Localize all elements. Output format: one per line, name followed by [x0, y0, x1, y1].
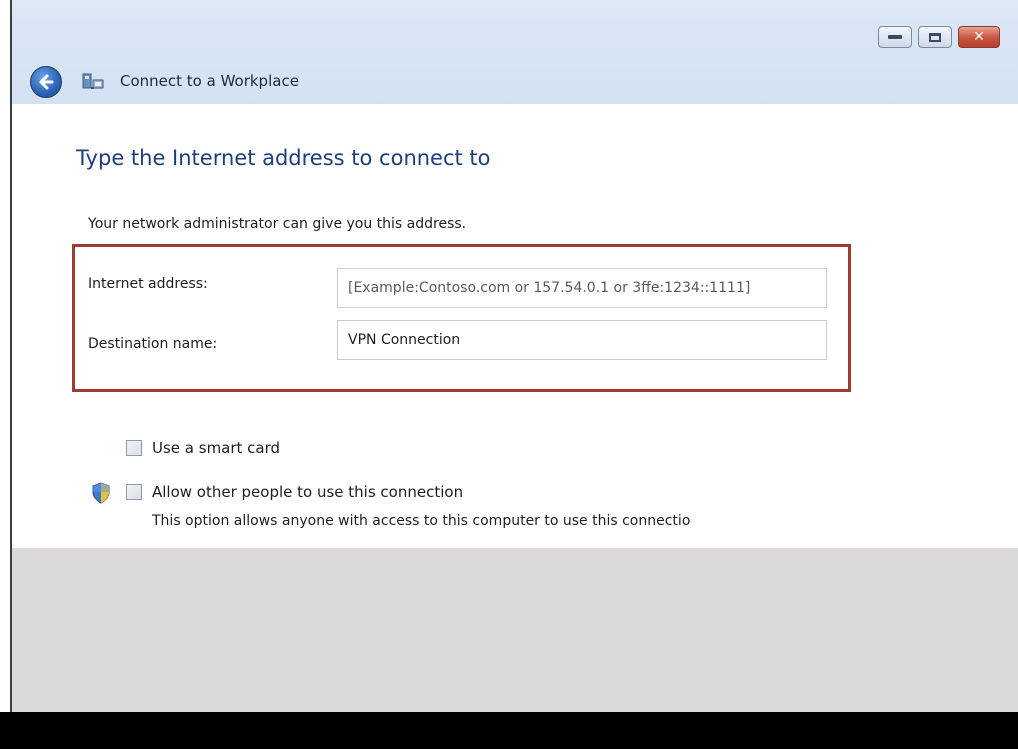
allow-others-checkbox[interactable]	[126, 484, 142, 500]
wizard-window: ✕ Connect to a Workplace Type the Intern…	[10, 0, 1018, 712]
window-title: Connect to a Workplace	[120, 72, 299, 90]
close-button[interactable]: ✕	[958, 26, 1000, 48]
internet-address-input[interactable]	[337, 268, 827, 308]
allow-others-note: This option allows anyone with access to…	[152, 513, 691, 529]
smart-card-label: Use a smart card	[152, 439, 281, 457]
internet-address-label: Internet address:	[88, 276, 208, 292]
page-heading: Type the Internet address to connect to	[76, 146, 491, 170]
maximize-icon	[929, 32, 941, 42]
smart-card-option[interactable]: Use a smart card	[126, 439, 280, 457]
lower-panel	[12, 548, 1018, 712]
wizard-content: Type the Internet address to connect to …	[12, 104, 1018, 548]
destination-name-input[interactable]	[337, 320, 827, 360]
uac-shield-icon	[92, 482, 110, 504]
page-description: Your network administrator can give you …	[88, 216, 467, 232]
allow-others-label: Allow other people to use this connectio…	[152, 483, 464, 501]
minimize-icon	[888, 35, 902, 39]
title-bar: ✕ Connect to a Workplace	[12, 0, 1018, 104]
minimize-button[interactable]	[878, 26, 912, 48]
address-fields-highlight	[72, 244, 851, 392]
network-connection-icon	[82, 73, 104, 89]
allow-others-option[interactable]: Allow other people to use this connectio…	[126, 483, 463, 501]
destination-name-label: Destination name:	[88, 336, 218, 352]
maximize-button[interactable]	[918, 26, 952, 48]
close-icon: ✕	[973, 29, 985, 45]
caption-buttons: ✕	[878, 26, 1000, 48]
smart-card-checkbox[interactable]	[126, 440, 142, 456]
black-footer-bar	[0, 712, 1018, 749]
back-button[interactable]	[30, 66, 62, 98]
back-arrow-icon	[39, 74, 54, 90]
